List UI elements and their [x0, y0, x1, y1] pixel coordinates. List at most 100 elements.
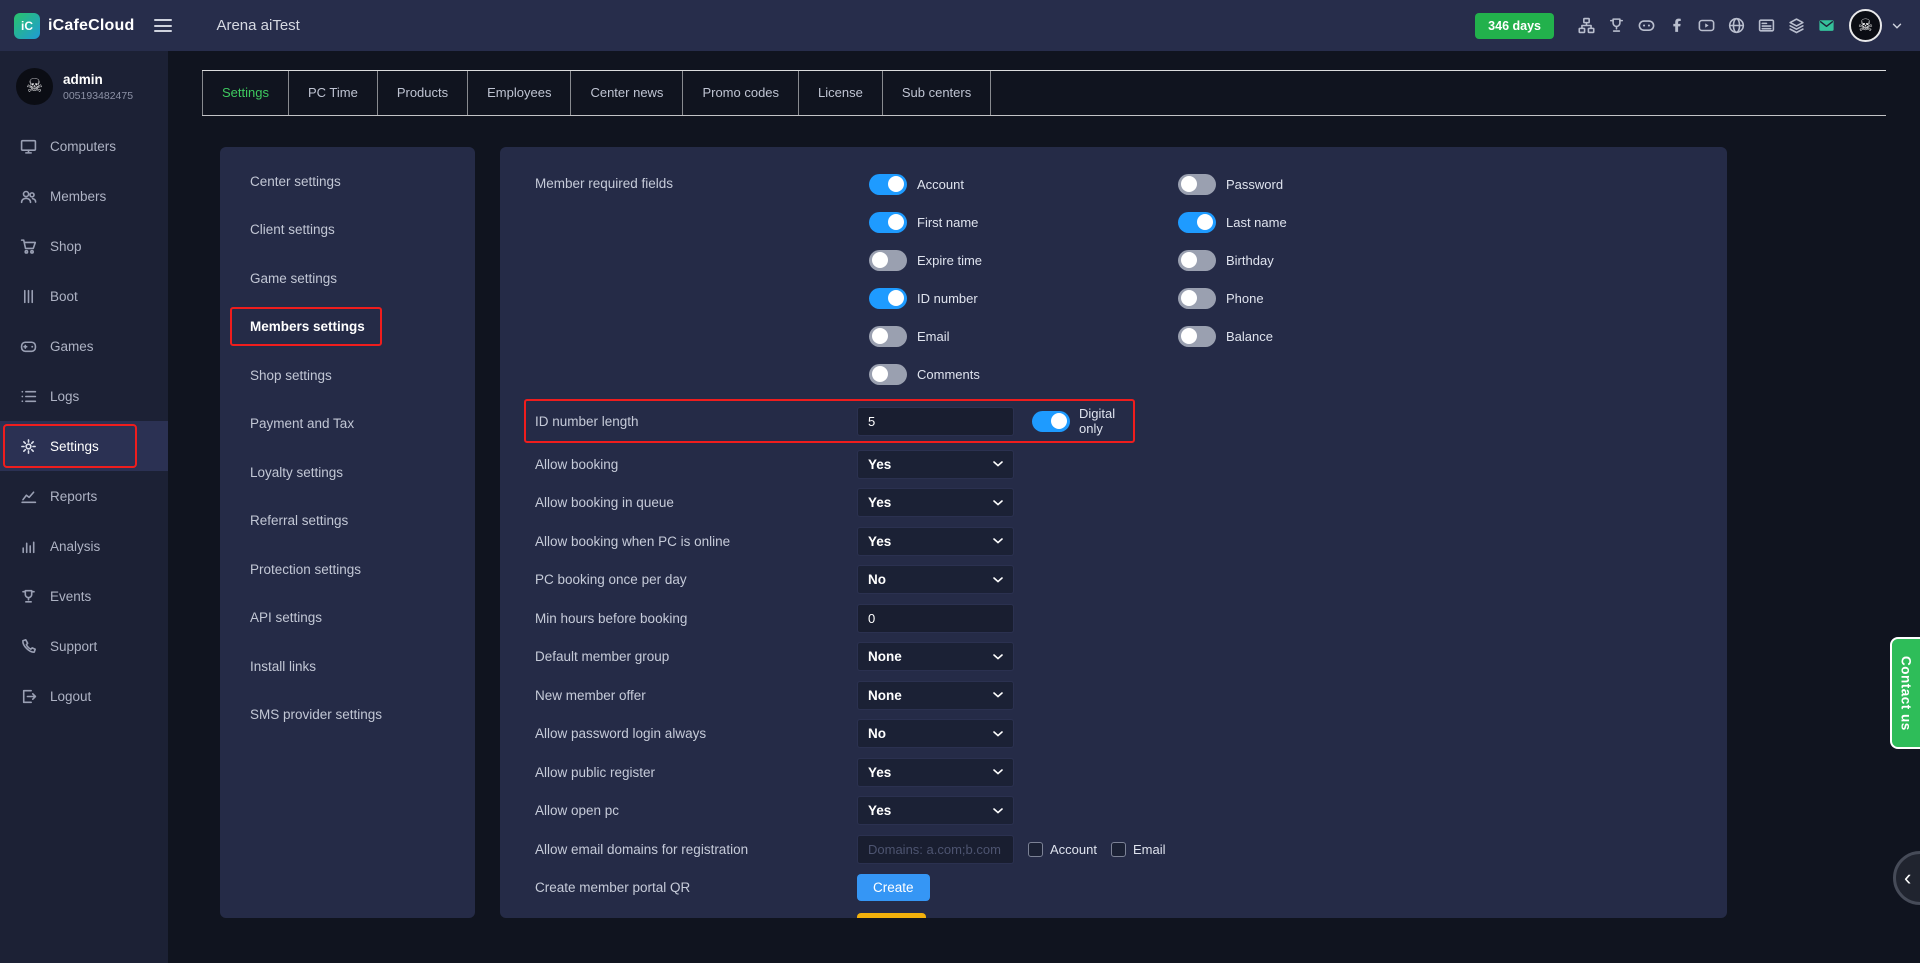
create-button[interactable]: Create: [857, 874, 930, 901]
toggle-cell: Last name: [1166, 203, 1475, 241]
toggle-expire-time[interactable]: [869, 250, 907, 271]
pc-booking-once-per-day-select[interactable]: No: [857, 565, 1014, 594]
tab-center-news[interactable]: Center news: [571, 71, 683, 115]
toggle-email[interactable]: [869, 326, 907, 347]
toggle-first-name[interactable]: [869, 212, 907, 233]
tab-sub-centers[interactable]: Sub centers: [883, 71, 991, 115]
sidebar-item-settings[interactable]: Settings: [0, 421, 168, 471]
layers-icon[interactable]: [1788, 17, 1805, 34]
settings-nav-sms-provider-settings[interactable]: SMS provider settings: [220, 691, 475, 740]
mail-icon[interactable]: [1818, 17, 1835, 34]
topbar-right: 346 days ☠: [1475, 9, 1920, 42]
tab-promo-codes[interactable]: Promo codes: [683, 71, 799, 115]
form-row-min-hours-before-booking: Min hours before booking: [535, 599, 1692, 638]
sidebar-item-logout[interactable]: Logout: [0, 671, 168, 721]
form-row-allow-public-register: Allow public registerYes: [535, 753, 1692, 792]
settings-nav-payment-and-tax[interactable]: Payment and Tax: [220, 400, 475, 449]
sidebar-item-label: Logs: [50, 389, 79, 404]
tab-products[interactable]: Products: [378, 71, 468, 115]
settings-nav-loyalty-settings[interactable]: Loyalty settings: [220, 448, 475, 497]
chevron-down-icon[interactable]: [1890, 19, 1904, 33]
sidebar-item-analysis[interactable]: Analysis: [0, 521, 168, 571]
settings-nav-protection-settings[interactable]: Protection settings: [220, 545, 475, 594]
sidebar-item-computers[interactable]: Computers: [0, 121, 168, 171]
sidebar-item-members[interactable]: Members: [0, 171, 168, 221]
checkbox-account[interactable]: [1028, 842, 1043, 857]
select-value: Yes: [868, 457, 891, 472]
sidebar-item-shop[interactable]: Shop: [0, 221, 168, 271]
sidebar-item-label: Analysis: [50, 539, 100, 554]
member-required-fields-toggles: AccountPasswordFirst nameLast nameExpire…: [857, 165, 1475, 393]
checkbox-email[interactable]: [1111, 842, 1126, 857]
toggle-account[interactable]: [869, 174, 907, 195]
sidebar-item-events[interactable]: Events: [0, 571, 168, 621]
admin-avatar[interactable]: ☠: [16, 68, 53, 105]
member-required-fields-row: Member required fields AccountPasswordFi…: [535, 165, 1692, 393]
discord-icon[interactable]: [1638, 17, 1655, 34]
toggle-birthday[interactable]: [1178, 250, 1216, 271]
toggle-comments[interactable]: [869, 364, 907, 385]
select-value: Yes: [868, 534, 891, 549]
settings-nav-members-settings[interactable]: Members settings: [220, 303, 475, 352]
default-member-group-select[interactable]: None: [857, 642, 1014, 671]
settings-nav-label: Game settings: [250, 271, 337, 286]
allow-booking-when-pc-is-online-select[interactable]: Yes: [857, 527, 1014, 556]
settings-nav-shop-settings[interactable]: Shop settings: [220, 351, 475, 400]
sidebar-item-reports[interactable]: Reports: [0, 471, 168, 521]
tab-license[interactable]: License: [799, 71, 883, 115]
member-required-fields-label: Member required fields: [535, 165, 857, 203]
tab-employees[interactable]: Employees: [468, 71, 571, 115]
license-card-icon[interactable]: [1758, 17, 1775, 34]
settings-nav-api-settings[interactable]: API settings: [220, 594, 475, 643]
allow-email-domains-for-registration-input[interactable]: [857, 835, 1014, 864]
sidebar-item-logs[interactable]: Logs: [0, 371, 168, 421]
days-remaining-badge[interactable]: 346 days: [1475, 13, 1554, 39]
toggle-password[interactable]: [1178, 174, 1216, 195]
shop-icon: [20, 238, 37, 255]
facebook-icon[interactable]: [1668, 17, 1685, 34]
user-avatar[interactable]: ☠: [1849, 9, 1882, 42]
select-value: None: [868, 688, 902, 703]
sidebar-item-games[interactable]: Games: [0, 321, 168, 371]
min-hours-before-booking-input[interactable]: [857, 604, 1014, 633]
toggle-cell: ID number: [857, 279, 1166, 317]
settings-nav-client-settings[interactable]: Client settings: [220, 206, 475, 255]
allow-public-register-select[interactable]: Yes: [857, 758, 1014, 787]
contact-us-tab[interactable]: Contact us: [1890, 637, 1920, 749]
app-logo-text: iCafeCloud: [48, 17, 134, 35]
globe-icon[interactable]: [1728, 17, 1745, 34]
hamburger-menu-icon[interactable]: [154, 19, 172, 32]
form-row-label: New member offer: [535, 688, 857, 703]
app-logo[interactable]: iC iCafeCloud: [0, 13, 134, 39]
id-number-length-input[interactable]: [857, 407, 1014, 436]
toggle-digital-only[interactable]: [1032, 411, 1070, 432]
allow-password-login-always-select[interactable]: No: [857, 719, 1014, 748]
youtube-icon[interactable]: [1698, 17, 1715, 34]
sitemap-icon[interactable]: [1578, 17, 1595, 34]
tab-settings[interactable]: Settings: [202, 71, 289, 115]
toggle-last-name[interactable]: [1178, 212, 1216, 233]
settings-nav-referral-settings[interactable]: Referral settings: [220, 497, 475, 546]
toggle-balance[interactable]: [1178, 326, 1216, 347]
chevron-left-icon: ‹: [1904, 865, 1911, 891]
allow-booking-in-queue-select[interactable]: Yes: [857, 488, 1014, 517]
settings-nav-center-settings[interactable]: Center settings: [220, 157, 475, 206]
trophy-icon[interactable]: [1608, 17, 1625, 34]
topbar: iC iCafeCloud Arena aiTest 346 days ☠: [0, 0, 1920, 51]
sidebar-item-boot[interactable]: Boot: [0, 271, 168, 321]
allow-booking-select[interactable]: Yes: [857, 450, 1014, 479]
toggle-phone[interactable]: [1178, 288, 1216, 309]
new-member-offer-select[interactable]: None: [857, 681, 1014, 710]
toggle-label: Phone: [1226, 291, 1264, 306]
settings-nav-game-settings[interactable]: Game settings: [220, 254, 475, 303]
analysis-icon: [20, 538, 37, 555]
settings-nav-install-links[interactable]: Install links: [220, 642, 475, 691]
form-row-label: Allow booking: [535, 457, 857, 472]
reset-button[interactable]: Reset: [857, 913, 926, 918]
sidebar-item-support[interactable]: Support: [0, 621, 168, 671]
form-row-allow-booking-in-queue: Allow booking in queueYes: [535, 484, 1692, 523]
toggle-cell: Birthday: [1166, 241, 1475, 279]
tab-pc-time[interactable]: PC Time: [289, 71, 378, 115]
allow-open-pc-select[interactable]: Yes: [857, 796, 1014, 825]
toggle-id-number[interactable]: [869, 288, 907, 309]
